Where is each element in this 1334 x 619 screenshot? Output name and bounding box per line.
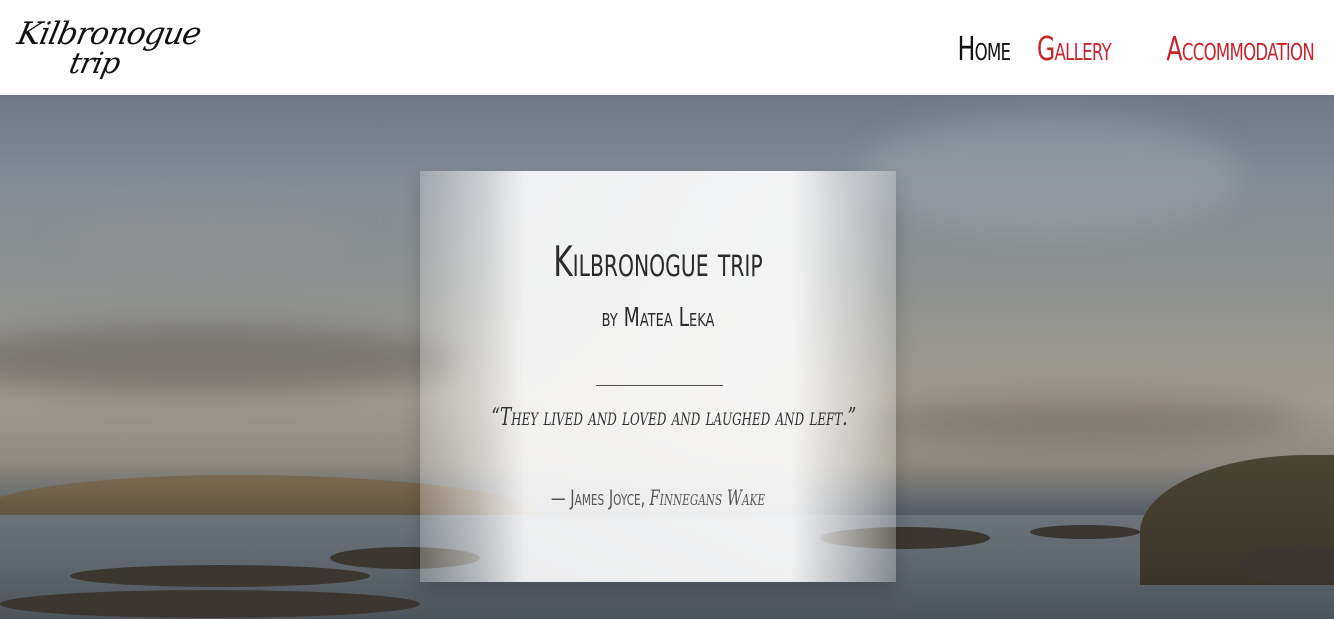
nav-accommodation-link[interactable]: Accommodation — [1166, 29, 1314, 68]
top-navbar: Kilbronogue trip Home Gallery Accommodat… — [0, 0, 1334, 95]
nav-links: Home Gallery Accommodation — [957, 26, 1315, 70]
hero-subtitle: by Matea Leka — [601, 303, 715, 333]
hero-rock — [70, 565, 370, 587]
nav-home-link[interactable]: Home — [957, 29, 1010, 68]
hero-cloud — [60, 205, 360, 265]
hero-divider — [596, 385, 723, 386]
hero-section: Kilbronogue trip by Matea Leka “They liv… — [0, 95, 1334, 619]
site-logo[interactable]: Kilbronogue trip — [14, 12, 204, 84]
hero-cloud — [0, 325, 460, 395]
hero-quote-card: Kilbronogue trip by Matea Leka “They liv… — [420, 171, 896, 582]
hero-rock — [0, 590, 420, 618]
hero-cloud — [880, 395, 1300, 445]
hero-attribution: — James Joyce, Finnegans Wake — [491, 486, 824, 511]
logo-text-line2: trip — [66, 46, 123, 80]
hero-rock — [1030, 525, 1140, 539]
attribution-book: Finnegans Wake — [649, 486, 766, 510]
hero-quote: “They lived and loved and laughed and le… — [491, 403, 857, 431]
nav-gallery-link[interactable]: Gallery — [1037, 29, 1112, 68]
attribution-author: — James Joyce, — [550, 486, 646, 510]
hero-title: Kilbronogue trip — [553, 237, 763, 286]
hero-cloud — [860, 115, 1240, 235]
